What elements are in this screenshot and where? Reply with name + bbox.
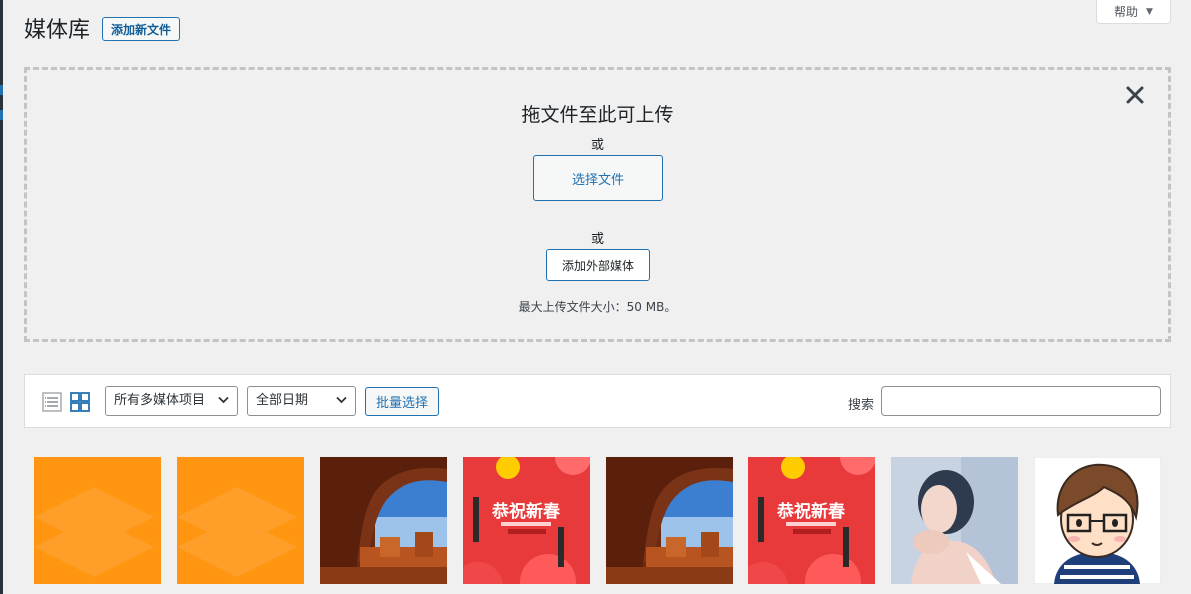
date-filter-value: 全部日期 <box>256 393 309 408</box>
add-new-file-button[interactable]: 添加新文件 <box>102 17 181 41</box>
media-thumbnail-new-year-poster[interactable]: 恭祝新春 <box>748 457 875 584</box>
search-input[interactable] <box>881 386 1161 416</box>
poster-title: 恭祝新春 <box>776 501 845 522</box>
poster-title: 恭祝新春 <box>491 501 560 522</box>
admin-menu-marker <box>0 110 3 120</box>
media-thumbnail-cartoon-avatar[interactable] <box>1034 457 1161 584</box>
admin-menu-marker <box>0 85 3 95</box>
chevron-down-icon <box>336 396 347 404</box>
grid-view-icon[interactable] <box>70 392 90 412</box>
date-filter-select[interactable]: 全部日期 <box>247 386 356 416</box>
dropzone-title: 拖文件至此可上传 <box>521 104 674 126</box>
search-label: 搜索 <box>848 398 875 413</box>
max-upload-size-text: 最大上传文件大小：50 MB。 <box>518 300 677 314</box>
media-thumbnail-portrait-photo[interactable] <box>891 457 1018 584</box>
help-tab-label: 帮助 <box>1114 5 1139 19</box>
media-type-filter-value: 所有多媒体项目 <box>114 393 206 408</box>
media-toolbar: 所有多媒体项目 全部日期 批量选择 搜索 <box>24 374 1171 428</box>
caret-down-icon: ▼ <box>1146 6 1153 17</box>
media-thumbnail-new-year-poster[interactable]: 恭祝新春 <box>463 457 590 584</box>
help-tab-button[interactable]: 帮助 ▼ <box>1096 0 1171 24</box>
media-thumbnail-orange-pattern[interactable] <box>34 457 161 584</box>
chevron-down-icon <box>218 396 229 404</box>
bulk-select-button[interactable]: 批量选择 <box>365 387 439 416</box>
media-thumbnail-rock-arch-photo[interactable] <box>606 457 733 584</box>
add-external-media-button[interactable]: 添加外部媒体 <box>546 249 650 281</box>
or-separator: 或 <box>590 138 604 153</box>
page-title: 媒体库 <box>24 18 91 43</box>
admin-menu-edge <box>0 0 3 594</box>
select-files-button[interactable]: 选择文件 <box>533 155 663 201</box>
media-thumbnail-orange-pattern[interactable] <box>177 457 304 584</box>
list-view-icon[interactable] <box>42 392 62 412</box>
upload-dropzone[interactable]: 拖文件至此可上传 或 选择文件 或 添加外部媒体 最大上传文件大小：50 MB。 <box>24 67 1171 342</box>
or-separator: 或 <box>590 232 604 247</box>
media-thumbnail-rock-arch-photo[interactable] <box>320 457 447 584</box>
media-type-filter-select[interactable]: 所有多媒体项目 <box>105 386 238 416</box>
